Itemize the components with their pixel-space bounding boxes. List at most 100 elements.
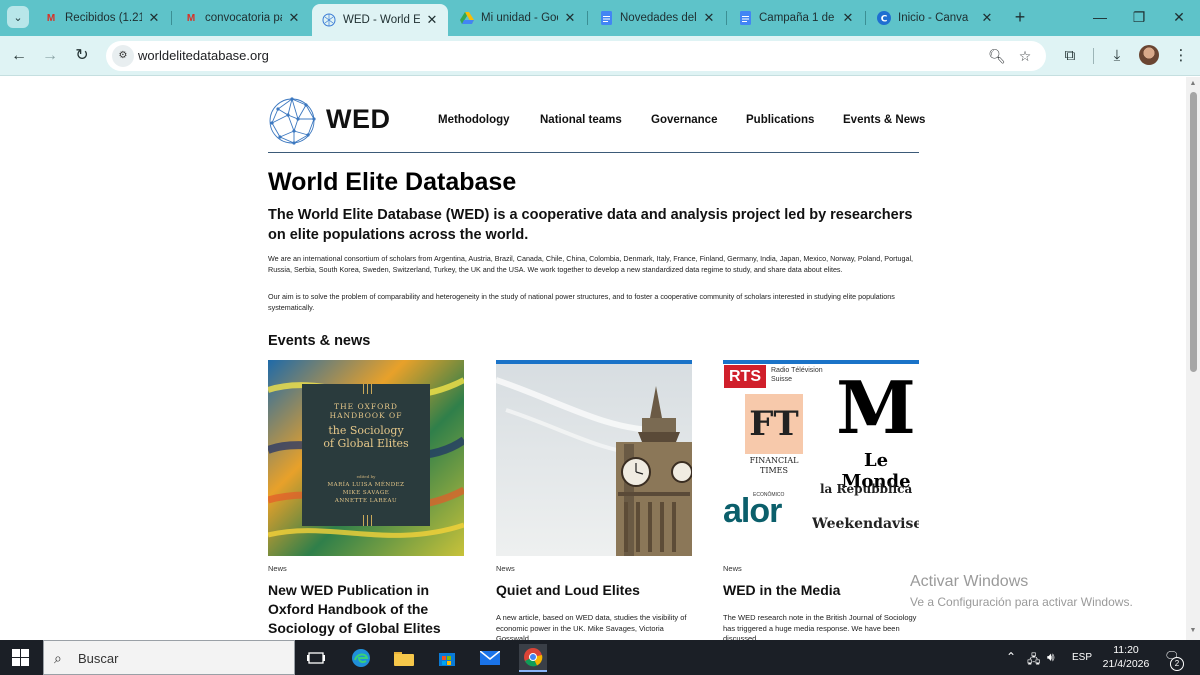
- new-tab-button[interactable]: +: [1010, 7, 1030, 27]
- page-scrollbar[interactable]: ▲ ▼: [1186, 77, 1200, 640]
- taskbar-file-explorer[interactable]: [390, 644, 418, 672]
- book-cover-title: THE OXFORD HANDBOOK OF the Sociology of …: [302, 402, 430, 504]
- taskbar-search-box[interactable]: ⌕ Buscar: [43, 640, 295, 675]
- tab-gmail-inbox[interactable]: M Recibidos (1.210) ✕: [34, 4, 170, 32]
- reload-button[interactable]: ↻: [71, 45, 93, 67]
- rts-subtitle: Radio Télévision Suisse: [771, 366, 823, 384]
- tab-canva[interactable]: C Inicio - Canva ✕: [867, 4, 1003, 32]
- svg-text:C: C: [881, 15, 888, 25]
- bookmark-star-icon[interactable]: ☆: [1016, 47, 1034, 65]
- address-bar[interactable]: ⚙ worldelitedatabase.org 🔍︎ ☆: [106, 41, 1046, 71]
- plus-icon: +: [1014, 7, 1026, 27]
- taskbar-clock[interactable]: 11:20 21/4/2026: [1098, 643, 1154, 671]
- gmail-icon: M: [46, 12, 56, 24]
- canva-icon: C: [877, 11, 891, 25]
- google-docs-icon: [738, 11, 752, 25]
- close-icon[interactable]: ✕: [146, 10, 162, 26]
- news-card-wed-in-media[interactable]: RTS Radio Télévision Suisse FT FINANCIAL…: [723, 360, 919, 640]
- minimize-icon: —: [1093, 9, 1107, 25]
- card-title[interactable]: New WED Publication in Oxford Handbook o…: [268, 581, 464, 638]
- scrollbar-thumb[interactable]: [1190, 92, 1197, 372]
- book-edited-by: edited by: [356, 474, 376, 479]
- tab-title: Mi unidad - Goo: [481, 12, 558, 24]
- weekendavisen-logo: Weekendavisen: [812, 516, 919, 532]
- card-description: A new article, based on WED data, studie…: [496, 613, 687, 640]
- ft-subtitle-line: FINANCIAL: [749, 456, 799, 465]
- close-icon[interactable]: ✕: [286, 10, 302, 26]
- tab-google-drive[interactable]: Mi unidad - Goo ✕: [450, 4, 586, 32]
- news-card-oxford-handbook[interactable]: THE OXFORD HANDBOOK OF the Sociology of …: [268, 360, 464, 640]
- book-cover-image[interactable]: THE OXFORD HANDBOOK OF the Sociology of …: [268, 360, 464, 556]
- ft-subtitle-line: TIMES: [759, 466, 788, 475]
- minimize-button[interactable]: —: [1088, 6, 1112, 28]
- taskbar-microsoft-store[interactable]: [433, 644, 461, 672]
- tray-chevron-up-icon[interactable]: ⌃: [1006, 650, 1016, 664]
- scroll-up-arrow-icon[interactable]: ▲: [1189, 80, 1197, 88]
- kebab-menu-icon: ⋮: [1173, 47, 1189, 64]
- nav-governance[interactable]: Governance: [651, 114, 717, 126]
- notification-count-badge: 2: [1170, 657, 1184, 671]
- windows-start-icon[interactable]: [12, 649, 29, 666]
- close-window-button[interactable]: ✕: [1167, 6, 1191, 28]
- nav-methodology[interactable]: Methodology: [438, 114, 510, 126]
- profile-avatar[interactable]: [1139, 45, 1159, 65]
- back-button[interactable]: ←: [8, 45, 30, 67]
- wed-logo-icon[interactable]: [268, 97, 316, 145]
- google-drive-icon: [460, 11, 474, 25]
- lead-text: The World Elite Database (WED) is a coop…: [268, 207, 913, 243]
- tab-title: Campaña 1 de n: [759, 12, 836, 24]
- nav-events-news[interactable]: Events & News: [843, 114, 925, 126]
- close-icon[interactable]: ✕: [840, 10, 856, 26]
- clock-time: 11:20: [1113, 644, 1139, 656]
- browser-toolbar: ← → ↻ ⚙ worldelitedatabase.org 🔍︎ ☆ ⧉ ⤓ …: [0, 36, 1200, 76]
- tab-google-docs-novedades[interactable]: Novedades del C ✕: [589, 4, 725, 32]
- tab-separator: [726, 11, 727, 25]
- nav-national-teams[interactable]: National teams: [540, 114, 622, 126]
- tab-separator: [865, 11, 866, 25]
- extensions-button[interactable]: ⧉: [1059, 45, 1081, 67]
- close-icon[interactable]: ✕: [562, 10, 578, 26]
- menu-button[interactable]: ⋮: [1170, 45, 1192, 67]
- close-icon[interactable]: ✕: [424, 12, 440, 28]
- url-text[interactable]: worldelitedatabase.org: [138, 48, 269, 63]
- card-title[interactable]: WED in the Media: [723, 581, 919, 600]
- restore-button[interactable]: ❐: [1127, 6, 1151, 28]
- taskbar-chrome[interactable]: [519, 644, 547, 672]
- close-icon[interactable]: ✕: [979, 10, 995, 26]
- media-logos-image[interactable]: RTS Radio Télévision Suisse FT FINANCIAL…: [723, 360, 919, 556]
- page-title: World Elite Database: [268, 168, 517, 196]
- close-icon[interactable]: ✕: [701, 10, 717, 26]
- lemonde-m-logo: M: [836, 365, 916, 450]
- downloads-button[interactable]: ⤓: [1106, 45, 1128, 67]
- tab-search-button[interactable]: ⌄: [7, 6, 29, 28]
- taskbar-edge[interactable]: [347, 644, 375, 672]
- big-ben-image[interactable]: [496, 360, 692, 556]
- card-title[interactable]: Quiet and Loud Elites: [496, 581, 692, 600]
- ft-logo-bg: FT: [745, 394, 803, 454]
- tab-gmail-convocatoria[interactable]: M convocatoria pa ✕: [174, 4, 310, 32]
- scroll-down-arrow-icon[interactable]: ▼: [1189, 627, 1197, 635]
- nav-publications[interactable]: Publications: [746, 114, 814, 126]
- volume-icon[interactable]: 🔊︎: [1047, 650, 1055, 665]
- tab-wed-active[interactable]: WED - World Eli ✕: [312, 4, 448, 36]
- book-line: of Global Elites: [323, 437, 409, 450]
- book-line: the Sociology: [328, 424, 404, 437]
- taskbar-mail[interactable]: [476, 644, 504, 672]
- card-description: The WED research note in the British Jou…: [723, 613, 917, 640]
- zoom-icon[interactable]: 🔍︎: [988, 47, 1006, 65]
- site-info-icon[interactable]: ⚙: [112, 45, 134, 67]
- task-view-button[interactable]: [302, 644, 330, 672]
- logo-text[interactable]: WED: [326, 104, 391, 135]
- forward-button[interactable]: →: [39, 45, 61, 67]
- activate-windows-title: Activar Windows: [910, 573, 1029, 590]
- restore-icon: ❐: [1132, 9, 1146, 25]
- tab-separator: [587, 11, 588, 25]
- news-card-quiet-loud-elites[interactable]: News Quiet and Loud Elites A new article…: [496, 360, 692, 640]
- rts-subtitle-line: Radio Télévision: [771, 367, 823, 374]
- language-indicator[interactable]: ESP: [1072, 652, 1092, 663]
- valor-logo: alor: [723, 492, 782, 530]
- tab-google-docs-campana[interactable]: Campaña 1 de n ✕: [728, 4, 864, 32]
- tab-separator: [171, 11, 172, 25]
- taskbar-search-placeholder: Buscar: [78, 651, 119, 666]
- network-icon[interactable]: 🖧︎: [1027, 650, 1040, 671]
